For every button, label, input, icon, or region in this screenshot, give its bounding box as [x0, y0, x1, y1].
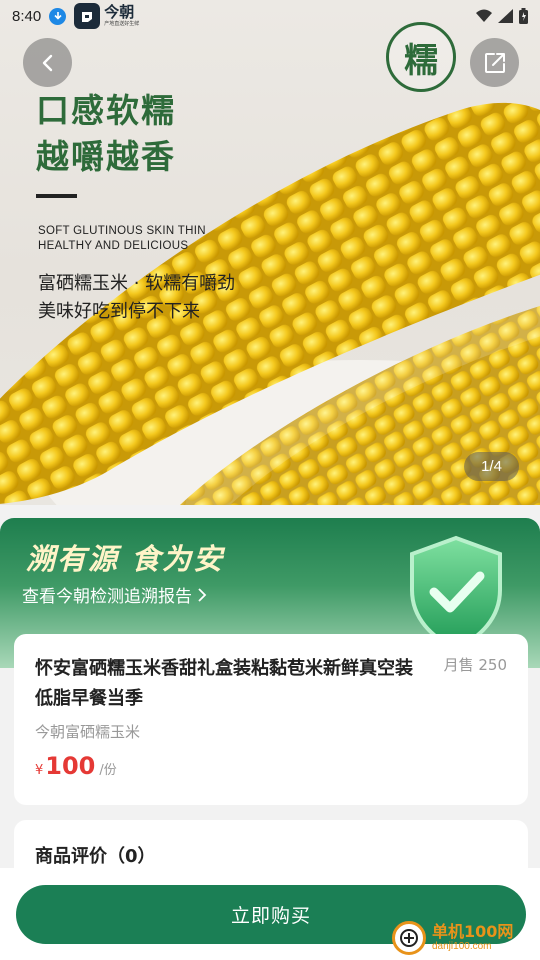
divider	[36, 194, 77, 198]
share-button[interactable]	[470, 38, 519, 87]
hero-chinese-line: 富硒糯玉米 · 软糯有嚼劲	[38, 273, 236, 294]
product-title: 怀安富硒糯玉米香甜礼盒装粘黏苞米新鲜真空装低脂早餐当季	[35, 658, 413, 709]
site-watermark: 单机100网 danji100.com	[392, 915, 540, 960]
trace-report-link-label: 查看今朝检测追溯报告	[22, 587, 192, 607]
brand-logo-icon	[74, 3, 101, 29]
watermark-sub: danji100.com	[432, 940, 492, 952]
price-unit: /份	[99, 763, 117, 778]
reviews-title: 商品评价（0）	[35, 846, 156, 867]
wifi-icon	[476, 9, 492, 22]
product-price: ¥ 100 /份	[35, 752, 117, 780]
product-info-card: 怀安富硒糯玉米香甜礼盒装粘黏苞米新鲜真空装低脂早餐当季 月售 250 今朝富硒糯…	[14, 634, 528, 805]
brand: 今朝 产地直送好生鲜	[74, 3, 139, 29]
product-subtitle: 今朝富硒糯玉米	[35, 723, 141, 741]
hero-english-tagline: SOFT GLUTINOUS SKIN THIN HEALTHY AND DEL…	[38, 224, 206, 254]
status-bar: 8:40 今朝 产地直送好生鲜	[0, 0, 540, 32]
trace-title: 溯有源 食为安	[26, 542, 225, 576]
hero-english-line: HEALTHY AND DELICIOUS	[38, 240, 189, 252]
hero-chinese-line: 美味好吃到停不下来	[38, 301, 200, 322]
chevron-left-icon	[42, 54, 52, 71]
status-icons	[476, 8, 528, 24]
status-time: 8:40	[12, 7, 42, 25]
product-image-carousel[interactable]: 8:40 今朝 产地直送好生鲜 糯 口感软糯 越嚼越香 SOFT GLUTINO…	[0, 0, 540, 505]
hero-headline-line: 越嚼越香	[36, 137, 176, 176]
hero-headline-line: 口感软糯	[36, 91, 176, 130]
hero-english-line: SOFT GLUTINOUS SKIN THIN	[38, 225, 206, 237]
hero-headline: 口感软糯 越嚼越香	[36, 88, 176, 180]
download-icon	[49, 7, 67, 25]
trace-report-link[interactable]: 查看今朝检测追溯报告	[22, 582, 209, 607]
glutinous-seal-badge: 糯	[386, 22, 456, 92]
brand-name: 今朝	[104, 3, 135, 21]
back-button[interactable]	[23, 38, 72, 87]
carousel-page-indicator: 1/4	[464, 452, 519, 481]
share-icon	[484, 52, 505, 73]
price-currency: ¥	[35, 763, 44, 778]
price-amount: 100	[45, 752, 96, 780]
watermark-main: 单机100网	[432, 922, 514, 942]
battery-icon	[519, 8, 528, 24]
monthly-sales: 月售 250	[443, 656, 507, 674]
hero-chinese-tagline: 富硒糯玉米 · 软糯有嚼劲 美味好吃到停不下来	[38, 270, 235, 326]
brand-subtitle: 产地直送好生鲜	[104, 21, 140, 27]
chevron-right-icon	[198, 587, 207, 602]
watermark-logo-icon	[392, 920, 426, 955]
signal-icon	[498, 9, 513, 23]
